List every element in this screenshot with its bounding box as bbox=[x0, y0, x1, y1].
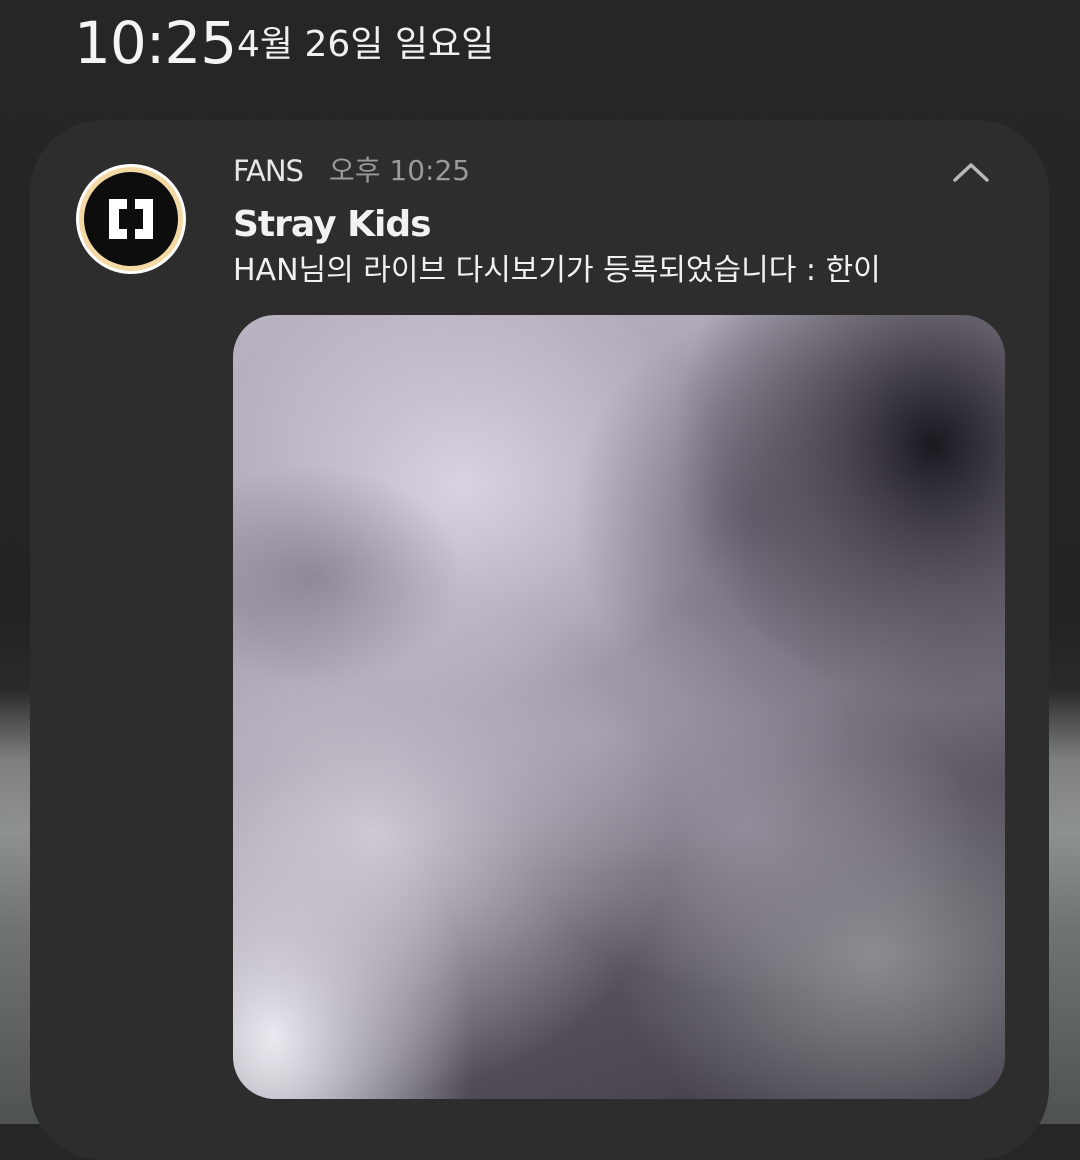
notification-app-name: FANS bbox=[233, 154, 304, 188]
notification-body: HAN님의 라이브 다시보기가 등록되었습니다 : 한이 bbox=[233, 253, 881, 288]
notification-time: 오후 10:25 bbox=[329, 154, 471, 187]
fans-logo-icon bbox=[76, 164, 186, 274]
collapse-button[interactable] bbox=[948, 152, 994, 192]
lockscreen-date: 4월 26일 일요일 bbox=[237, 24, 495, 65]
thumbnail-blur-layer bbox=[233, 315, 1005, 1099]
lockscreen-time: 10:25 bbox=[74, 9, 237, 77]
notification-title: Stray Kids bbox=[233, 204, 432, 245]
chevron-up-icon bbox=[953, 163, 989, 182]
notification-thumbnail[interactable] bbox=[233, 315, 1005, 1099]
